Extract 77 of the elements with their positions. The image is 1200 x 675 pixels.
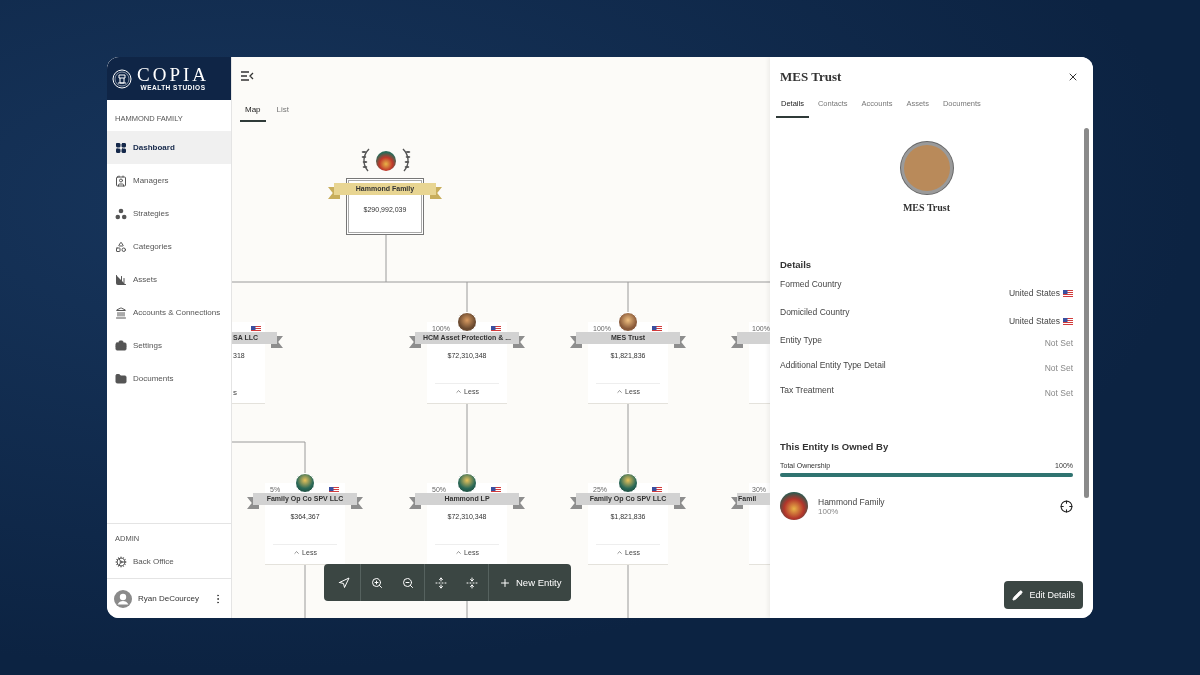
bank-icon	[115, 306, 127, 319]
avatar-placeholder	[618, 312, 638, 332]
zoom-out-icon	[402, 576, 414, 589]
nav-item[interactable]: Assets	[107, 263, 231, 296]
edit-details-button[interactable]: Edit Details	[1004, 581, 1083, 609]
section-heading: Details	[780, 259, 813, 270]
detail-value: Not Set	[1044, 363, 1073, 373]
laurel-icon	[359, 147, 413, 173]
navigation-arrow-icon	[338, 576, 350, 589]
grid-icon	[115, 141, 127, 154]
gear-icon	[115, 555, 127, 568]
connector-line	[466, 402, 468, 474]
expand-vertical-icon	[434, 576, 447, 589]
shapes-icon	[115, 240, 127, 253]
collapse-vertical-icon	[466, 576, 478, 589]
detail-label: Formed Country	[780, 279, 842, 289]
detail-value: Not Set	[1044, 338, 1073, 348]
detail-value: Not Set	[1044, 388, 1073, 398]
dots-icon	[115, 207, 127, 220]
id-card-icon	[115, 174, 127, 187]
entity-name: MES Trust	[902, 202, 951, 213]
chevron-up-icon	[455, 549, 463, 556]
section-heading: This Entity Is Owned By	[780, 441, 890, 452]
avatar-placeholder	[376, 151, 396, 171]
owner-name: Hammond Family	[818, 496, 885, 507]
user-name: Ryan DeCourcey	[138, 594, 199, 603]
collapse-menu-button[interactable]	[240, 69, 254, 83]
nav-item[interactable]: Strategies	[107, 197, 231, 230]
nav-item[interactable]: Dashboard	[107, 131, 231, 164]
nav-item[interactable]: Managers	[107, 164, 231, 197]
nav-item[interactable]: Settings	[107, 329, 231, 362]
profile-photo-placeholder	[900, 142, 953, 194]
view-tab[interactable]: Map	[240, 101, 266, 122]
avatar-placeholder	[295, 473, 315, 493]
folder-icon	[115, 372, 127, 385]
logo-title: COPIA	[137, 66, 209, 84]
new-entity-button[interactable]: New Entity	[488, 564, 568, 601]
connector-line	[627, 563, 629, 618]
plus-icon	[499, 576, 511, 589]
chevron-up-icon	[293, 549, 301, 556]
crosshair-icon	[1060, 499, 1073, 513]
detail-value: United States	[1008, 288, 1073, 298]
avatar-placeholder	[457, 312, 477, 332]
nav-item[interactable]: Categories	[107, 230, 231, 263]
entity-name-ribbon	[731, 332, 770, 348]
briefcase-icon	[115, 339, 127, 352]
chevron-up-icon	[616, 388, 624, 395]
emblem-icon	[112, 68, 132, 89]
locate-button[interactable]	[1060, 499, 1073, 513]
detail-label: Tax Treatment	[780, 385, 834, 395]
detail-label: Entity Type	[780, 335, 822, 345]
owner-share: 100%	[818, 506, 840, 516]
flag-icon	[1063, 289, 1073, 297]
owner-avatar-placeholder	[780, 492, 808, 520]
nav-item[interactable]: Back Office	[107, 545, 231, 578]
avatar-placeholder	[457, 473, 477, 493]
scrollbar[interactable]	[1084, 128, 1089, 498]
detail-label: Additional Entity Type Detail	[780, 360, 886, 370]
detail-label: Domiciled Country	[780, 307, 850, 317]
less-toggle[interactable]: s	[233, 388, 237, 397]
connector-line	[627, 402, 629, 474]
chevron-up-icon	[616, 549, 624, 556]
bar-chart-icon	[115, 273, 127, 286]
avatar-placeholder	[618, 473, 638, 493]
connector-line	[304, 563, 306, 618]
view-tab[interactable]: List	[271, 101, 294, 122]
detail-value: United States	[1008, 316, 1073, 326]
panel-title: MES Trust	[780, 69, 842, 85]
pencil-icon	[1012, 589, 1024, 601]
nav-item[interactable]: Documents	[107, 362, 231, 395]
nav-item[interactable]: Accounts & Connections	[107, 296, 231, 329]
user-avatar-icon	[114, 589, 132, 608]
close-icon	[1067, 71, 1079, 83]
zoom-in-icon	[370, 576, 383, 589]
chevron-up-icon	[455, 388, 463, 395]
flag-icon	[1063, 317, 1073, 325]
close-button[interactable]	[1067, 71, 1079, 83]
